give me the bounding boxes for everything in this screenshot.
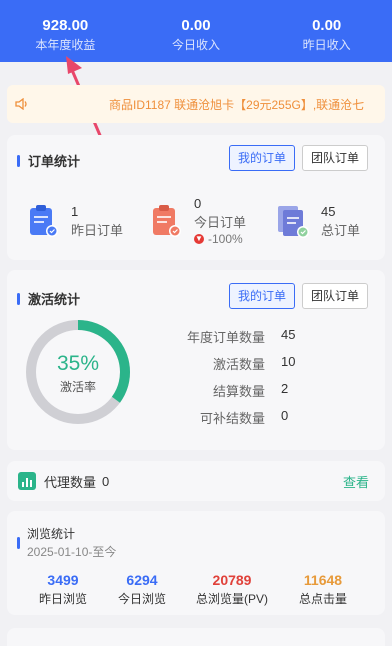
annual-order-count-row: 年度订单数量 45 — [186, 327, 296, 345]
yesterday-orders-label: 昨日订单 — [71, 223, 124, 238]
annual-income-stat[interactable]: 928.00 本年度收益 — [0, 0, 131, 62]
today-income-stat[interactable]: 0.00 今日收入 — [131, 0, 262, 62]
annual-income-label: 本年度收益 — [35, 38, 96, 52]
document-icon — [278, 206, 309, 238]
today-income-label: 今日收入 — [172, 38, 221, 52]
yesterday-income-value: 0.00 — [312, 17, 342, 34]
today-views-value: 6294 — [126, 572, 158, 588]
total-clicks-label: 总点击量 — [298, 592, 347, 606]
total-orders-value: 45 — [321, 204, 336, 219]
settled-count-row: 结算数量 2 — [212, 381, 289, 399]
today-orders-value: 0 — [194, 196, 202, 211]
yesterday-orders-value: 1 — [71, 204, 79, 219]
total-clicks-stat: 11648 总点击量 — [278, 571, 368, 607]
tab-team-orders[interactable]: 团队订单 — [301, 283, 368, 309]
activation-stats-card: 激活统计 我的订单 团队订单 35% 激活率 年度订单数量 45 激活数量 10… — [7, 270, 385, 450]
today-orders-change: ▼ -100% — [194, 232, 243, 246]
browse-stats-date: 2025-01-10-至今 — [27, 545, 117, 559]
order-tab-switch: 我的订单 团队订单 — [222, 145, 368, 171]
activated-count-row: 激活数量 10 — [212, 354, 296, 372]
yesterday-views-value: 3499 — [47, 572, 79, 588]
activation-rate-label: 激活率 — [59, 380, 96, 394]
yesterday-income-stat[interactable]: 0.00 昨日收入 — [261, 0, 392, 62]
order-stats-title: 订单统计 — [17, 151, 80, 170]
activation-rate-value: 35% — [56, 352, 100, 375]
today-income-value: 0.00 — [181, 17, 211, 34]
activation-donut: 35% 激活率 — [23, 317, 133, 427]
bar-chart-icon — [18, 472, 36, 490]
tab-my-orders[interactable]: 我的订单 — [228, 145, 295, 171]
total-pv-value: 20789 — [212, 572, 252, 588]
total-clicks-value: 11648 — [303, 572, 343, 588]
view-agents-link[interactable]: 查看 — [343, 472, 369, 491]
browse-stats-title: 浏览统计 — [27, 527, 76, 541]
clipboard-icon — [153, 205, 181, 237]
yesterday-views-stat: 3499 昨日浏览 — [18, 571, 108, 607]
agent-count-label: 代理数量 — [44, 474, 97, 490]
browse-stats-card: 浏览统计 2025-01-10-至今 3499 昨日浏览 6294 今日浏览 2… — [7, 511, 385, 615]
total-pv-label: 总浏览量(PV) — [195, 592, 268, 606]
tab-team-orders[interactable]: 团队订单 — [301, 145, 368, 171]
today-views-label: 今日浏览 — [117, 592, 166, 606]
yesterday-views-label: 昨日浏览 — [38, 592, 87, 606]
earnings-header: 928.00 本年度收益 0.00 今日收入 0.00 昨日收入 — [0, 0, 392, 62]
total-pv-stat: 20789 总浏览量(PV) — [187, 571, 277, 607]
total-orders[interactable]: 45 总订单 — [275, 203, 360, 239]
clipboard-icon — [30, 205, 58, 237]
agent-count-value: 0 — [102, 473, 110, 489]
activation-stats-title: 激活统计 — [17, 289, 80, 308]
yesterday-income-label: 昨日收入 — [302, 38, 351, 52]
tab-my-orders[interactable]: 我的订单 — [228, 283, 295, 309]
speaker-icon — [7, 85, 37, 123]
agent-count-card: 代理数量 0 查看 — [7, 461, 385, 501]
yesterday-orders[interactable]: 1 昨日订单 — [25, 203, 123, 239]
annual-income-value: 928.00 — [42, 17, 89, 34]
order-stats-card: 订单统计 我的订单 团队订单 1 昨日订单 0 今日订单 ▼ -100% 45 … — [7, 135, 385, 260]
notice-text: 商品ID1187 联通沧旭卡【29元255G】,联通沧七 — [109, 97, 365, 112]
today-orders-label: 今日订单 — [194, 215, 247, 230]
today-orders[interactable]: 0 今日订单 ▼ -100% — [148, 195, 246, 247]
today-views-stat: 6294 今日浏览 — [97, 571, 187, 607]
total-orders-label: 总订单 — [321, 223, 361, 238]
resettle-count-row: 可补结数量 0 — [199, 408, 289, 426]
arrow-down-icon: ▼ — [194, 234, 204, 244]
activation-tab-switch: 我的订单 团队订单 — [222, 283, 368, 309]
notice-bar[interactable]: 商品ID1187 联通沧旭卡【29元255G】,联通沧七 — [7, 85, 385, 123]
next-card-peek — [7, 628, 385, 646]
